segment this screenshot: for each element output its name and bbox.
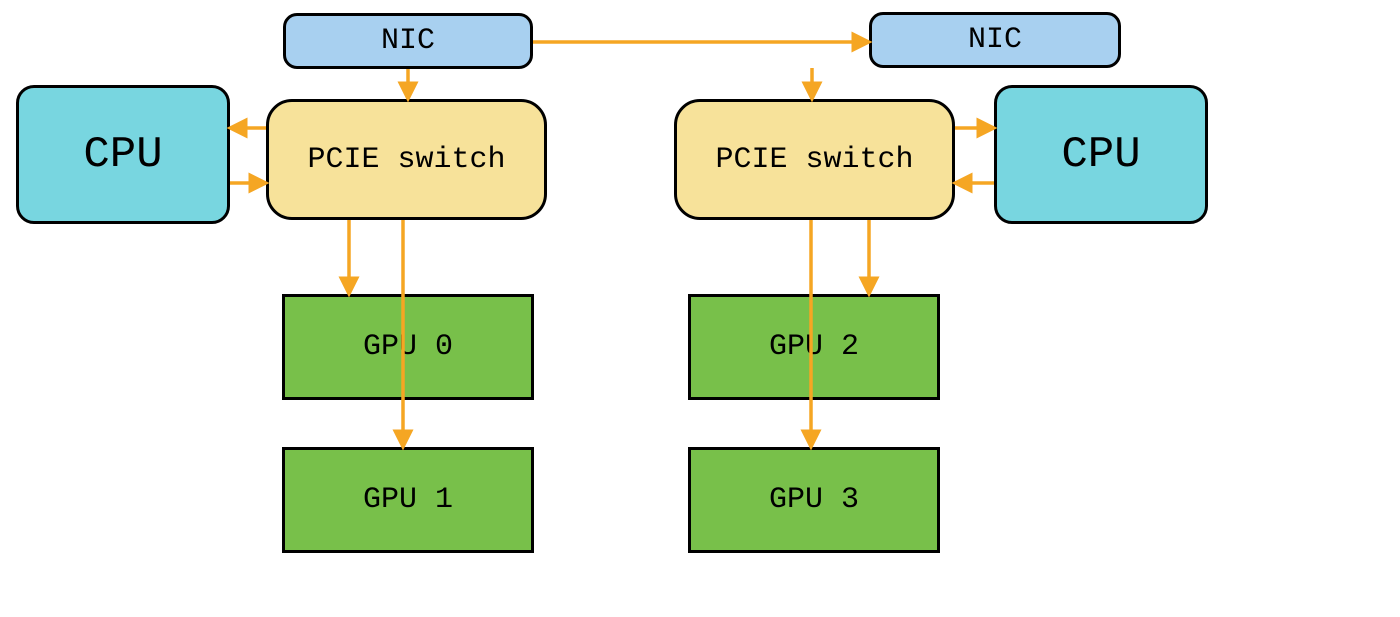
- pcie-left-box: PCIE switch: [266, 99, 547, 220]
- pcie-left-label: PCIE switch: [307, 143, 505, 177]
- gpu3-label: GPU 3: [769, 483, 859, 517]
- gpu0-label: GPU 0: [363, 330, 453, 364]
- nic-left-label: NIC: [381, 24, 435, 58]
- nic-right-box: NIC: [869, 12, 1121, 68]
- pcie-right-box: PCIE switch: [674, 99, 955, 220]
- pcie-right-label: PCIE switch: [715, 143, 913, 177]
- gpu3-box: GPU 3: [688, 447, 940, 553]
- nic-right-label: NIC: [968, 23, 1022, 57]
- gpu0-box: GPU 0: [282, 294, 534, 400]
- nic-left-box: NIC: [283, 13, 533, 69]
- cpu-right-box: CPU: [994, 85, 1208, 224]
- cpu-right-label: CPU: [1061, 130, 1140, 180]
- cpu-left-box: CPU: [16, 85, 230, 224]
- gpu1-label: GPU 1: [363, 483, 453, 517]
- gpu2-label: GPU 2: [769, 330, 859, 364]
- cpu-left-label: CPU: [83, 130, 162, 180]
- gpu1-box: GPU 1: [282, 447, 534, 553]
- gpu2-box: GPU 2: [688, 294, 940, 400]
